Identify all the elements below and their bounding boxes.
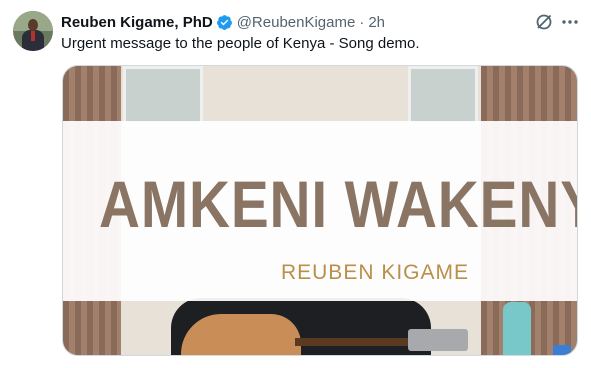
window-right [408, 66, 478, 126]
author-name[interactable]: Reuben Kigame, PhD [61, 14, 213, 31]
tweet[interactable]: Reuben Kigame, PhD @ReubenKigame · 2h Ur… [0, 0, 591, 368]
header-separator: · [359, 13, 365, 31]
tweet-timestamp[interactable]: 2h [368, 14, 385, 31]
guitar [181, 314, 301, 355]
effects-pedal [408, 329, 468, 351]
tweet-header: Reuben Kigame, PhD @ReubenKigame · 2h [61, 12, 385, 32]
video-corner-badge [553, 345, 571, 355]
tweet-text: Urgent message to the people of Kenya - … [61, 35, 420, 52]
tweet-video[interactable]: AMKENI WAKENYA REUBEN KIGAME [62, 65, 578, 356]
window-left [123, 66, 203, 126]
video-subtitle: REUBEN KIGAME [280, 261, 470, 284]
avatar-face [28, 19, 38, 31]
avatar-tie [31, 31, 35, 41]
grok-icon[interactable] [534, 12, 554, 32]
video-title: AMKENI WAKENYA [98, 167, 577, 241]
avatar[interactable] [13, 11, 53, 51]
verified-badge-icon[interactable] [216, 14, 233, 31]
author-handle[interactable]: @ReubenKigame [237, 14, 356, 31]
more-options-icon[interactable] [560, 12, 580, 32]
water-bottle [503, 302, 531, 355]
